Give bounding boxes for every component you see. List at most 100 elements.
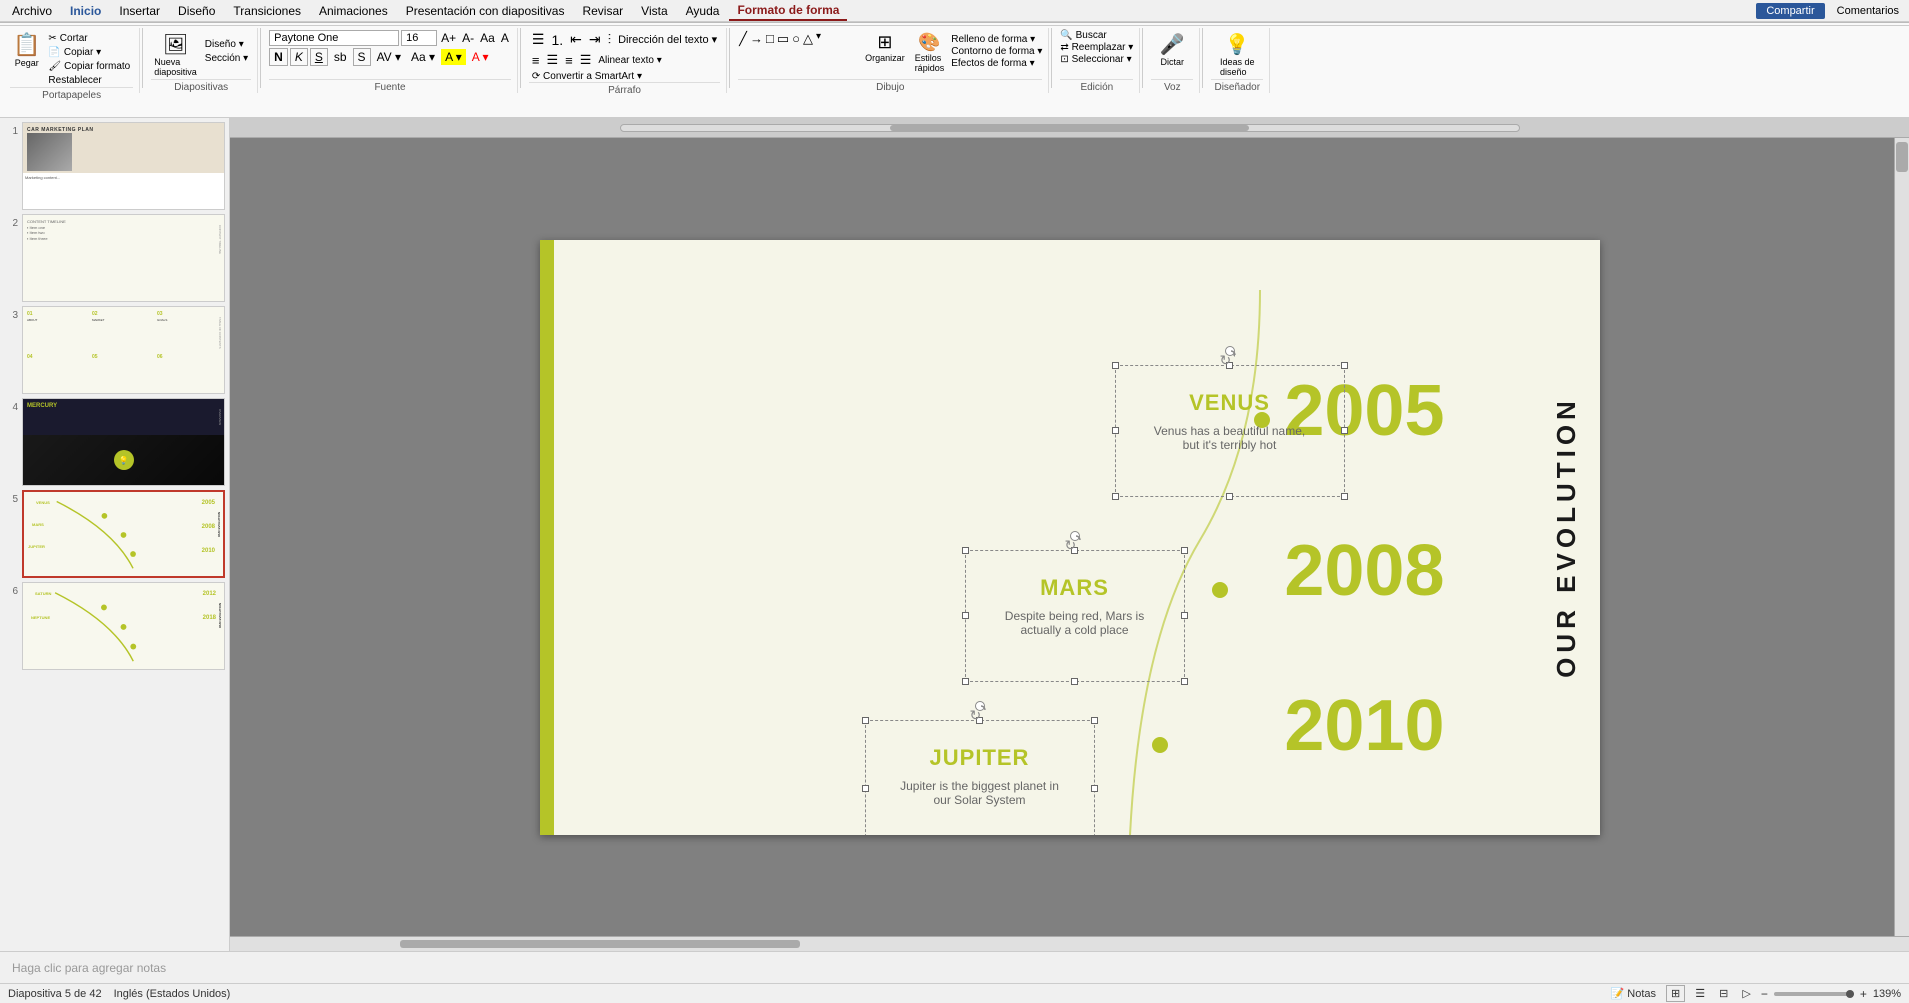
- slide-thumb-6[interactable]: 6 SATURN NEPTUNE 2012 2018 OUR EVOLUTION: [4, 582, 225, 670]
- vertical-scrollbar[interactable]: [1894, 138, 1909, 936]
- bold-button[interactable]: N: [269, 48, 288, 66]
- change-case-button[interactable]: Aa ▾: [407, 49, 439, 65]
- menu-insertar[interactable]: Insertar: [111, 2, 168, 20]
- slide-img-6[interactable]: SATURN NEPTUNE 2012 2018 OUR EVOLUTION: [22, 582, 225, 670]
- share-button[interactable]: Compartir: [1756, 3, 1824, 19]
- roundrect-tool[interactable]: ▭: [776, 30, 790, 48]
- seccion-button[interactable]: Sección ▾: [202, 52, 251, 65]
- menu-ayuda[interactable]: Ayuda: [678, 2, 728, 20]
- slide-sorter-button[interactable]: ⊟: [1715, 986, 1732, 1001]
- shadow-button[interactable]: S: [353, 48, 371, 66]
- slide-thumb-3[interactable]: 3 01ABOUT 02MARKET 03GOALS 04 05 06 TABL…: [4, 306, 225, 394]
- zoom-out-button[interactable]: −: [1761, 987, 1768, 1001]
- align-center-button[interactable]: ☰: [543, 51, 561, 69]
- notes-view-button[interactable]: 📝 Notas: [1607, 986, 1661, 1001]
- slide-img-2[interactable]: CONTENT TIMELINE ▪ Item one▪ Item two▪ I…: [22, 214, 225, 302]
- mars-container[interactable]: ↻ MARS Despite being red, Mars is actual…: [980, 575, 1170, 637]
- align-left-button[interactable]: ≡: [529, 52, 543, 69]
- line-tool[interactable]: ╱: [738, 30, 748, 48]
- scrollbar-thumb[interactable]: [1896, 142, 1908, 172]
- text-direction-button[interactable]: Dirección del texto ▾: [615, 32, 720, 47]
- menu-inicio[interactable]: Inicio: [62, 2, 109, 20]
- menu-format-shape[interactable]: Formato de forma: [729, 1, 847, 21]
- align-right-button[interactable]: ≡: [562, 52, 576, 69]
- slide-img-5[interactable]: VENUS MARS JUPITER 2005 2008 2010 OUR EV…: [22, 490, 225, 578]
- bullets-button[interactable]: ☰: [529, 30, 548, 49]
- slide-img-3[interactable]: 01ABOUT 02MARKET 03GOALS 04 05 06 TABLE …: [22, 306, 225, 394]
- font-name-input[interactable]: [269, 30, 399, 46]
- reading-view-button[interactable]: ▷: [1738, 986, 1754, 1001]
- strikethrough-button[interactable]: sb: [330, 49, 351, 65]
- pegar-button[interactable]: 📋 Pegar: [10, 30, 43, 70]
- menu-presentacion[interactable]: Presentación con diapositivas: [398, 2, 573, 20]
- slide5-preview-venus: VENUS: [36, 500, 50, 505]
- ideas-diseno-button[interactable]: 💡 Ideas dediseño: [1217, 30, 1258, 79]
- zoom-thumb[interactable]: [1846, 990, 1854, 998]
- arrow-tool[interactable]: →: [749, 30, 764, 48]
- buscar-button[interactable]: 🔍 Buscar: [1060, 30, 1133, 41]
- decrease-indent-button[interactable]: ⇤: [567, 30, 585, 49]
- menu-revisar[interactable]: Revisar: [574, 2, 631, 20]
- font-size-input[interactable]: [401, 30, 437, 46]
- dictar-button[interactable]: 🎤 Dictar: [1156, 30, 1188, 69]
- numbering-button[interactable]: 1.: [548, 31, 566, 49]
- slide2-vertical: CONTENT TIMELINE: [218, 225, 222, 254]
- menu-archivo[interactable]: Archivo: [4, 2, 60, 20]
- relleno-button[interactable]: Relleno de forma ▾: [951, 34, 1042, 45]
- cortar-button[interactable]: ✂ Cortar: [45, 32, 133, 45]
- italic-button[interactable]: K: [290, 48, 308, 66]
- font-grow-button[interactable]: A+: [439, 30, 458, 46]
- columns-button[interactable]: ⫶: [605, 30, 615, 49]
- seleccionar-button[interactable]: ⊡ Seleccionar ▾: [1060, 54, 1133, 65]
- contorno-button[interactable]: Contorno de forma ▾: [951, 46, 1042, 57]
- copiar-formato-button[interactable]: 🖌 Copiar formato: [45, 60, 133, 73]
- menu-diseno[interactable]: Diseño: [170, 2, 223, 20]
- increase-indent-button[interactable]: ⇥: [586, 30, 604, 49]
- ellipse-tool[interactable]: ○: [791, 30, 801, 48]
- underline-button[interactable]: S: [310, 48, 328, 66]
- slide3-vertical: TABLE OF CONTENTS: [218, 317, 222, 349]
- triangle-tool[interactable]: △: [802, 30, 814, 48]
- restablecer-button[interactable]: Restablecer: [45, 74, 133, 87]
- slide-img-4[interactable]: MERCURY 💡 OVERVIEW: [22, 398, 225, 486]
- mars-name: MARS: [980, 575, 1170, 601]
- slide-workspace[interactable]: OUR EVOLUTION 2005 2008 2010: [230, 138, 1909, 936]
- font-color-button[interactable]: A ▾: [468, 49, 493, 65]
- slide-img-1[interactable]: CAR MARKETING PLAN Marketing content...: [22, 122, 225, 210]
- diseno-button[interactable]: Diseño ▾: [202, 38, 251, 51]
- rect-tool[interactable]: □: [765, 30, 775, 48]
- notes-bar[interactable]: Haga clic para agregar notas: [0, 951, 1909, 983]
- menu-animaciones[interactable]: Animaciones: [311, 2, 396, 20]
- font-spacing-button[interactable]: AV ▾: [373, 49, 405, 65]
- hscrollbar-thumb[interactable]: [400, 940, 800, 948]
- font-shrink-button[interactable]: A-: [460, 30, 476, 46]
- shape-more[interactable]: ▾: [815, 30, 822, 48]
- align-text-button[interactable]: Alinear texto ▾: [595, 54, 664, 67]
- reemplazar-button[interactable]: ⇄ Reemplazar ▾: [1060, 42, 1133, 53]
- efectos-button[interactable]: Efectos de forma ▾: [951, 58, 1042, 69]
- slide-thumb-1[interactable]: 1 CAR MARKETING PLAN Marketing content..…: [4, 122, 225, 210]
- normal-view-button[interactable]: ⊞: [1666, 985, 1685, 1002]
- menu-transiciones[interactable]: Transiciones: [225, 2, 309, 20]
- horizontal-scrollbar[interactable]: [230, 936, 1909, 951]
- estilos-button[interactable]: 🎨 Estilosrápidos: [912, 30, 948, 75]
- clear-format-button[interactable]: Aa: [478, 30, 497, 46]
- slide6-preview-p2: NEPTUNE: [31, 615, 50, 620]
- copiar-button[interactable]: 📄 Copiar ▾: [45, 46, 133, 59]
- zoom-slider[interactable]: [1774, 992, 1854, 996]
- slide-thumb-5[interactable]: 5 VENUS MARS JUPITER 2005 2008 2010 OUR …: [4, 490, 225, 578]
- outline-view-button[interactable]: ☰: [1691, 986, 1709, 1001]
- justify-button[interactable]: ☰: [577, 51, 595, 69]
- slide-thumb-2[interactable]: 2 CONTENT TIMELINE ▪ Item one▪ Item two▪…: [4, 214, 225, 302]
- slide-thumb-4[interactable]: 4 MERCURY 💡 OVERVIEW: [4, 398, 225, 486]
- highlight-button[interactable]: A ▾: [441, 49, 466, 65]
- organizar-button[interactable]: ⊞ Organizar: [862, 30, 908, 65]
- zoom-in-button[interactable]: +: [1860, 987, 1867, 1001]
- jupiter-name: JUPITER: [880, 745, 1080, 771]
- nueva-diapositiva-button[interactable]: 🖼 Nuevadiapositiva: [151, 30, 200, 79]
- font-misc-button[interactable]: Α: [499, 30, 511, 46]
- jupiter-container[interactable]: ↻ JUPITER Jupiter is the biggest planet …: [880, 745, 1080, 807]
- comments-button[interactable]: Comentarios: [1831, 3, 1905, 19]
- venus-container[interactable]: ↻ VENUS Venus has a beautiful name, but …: [1130, 390, 1330, 452]
- menu-vista[interactable]: Vista: [633, 2, 675, 20]
